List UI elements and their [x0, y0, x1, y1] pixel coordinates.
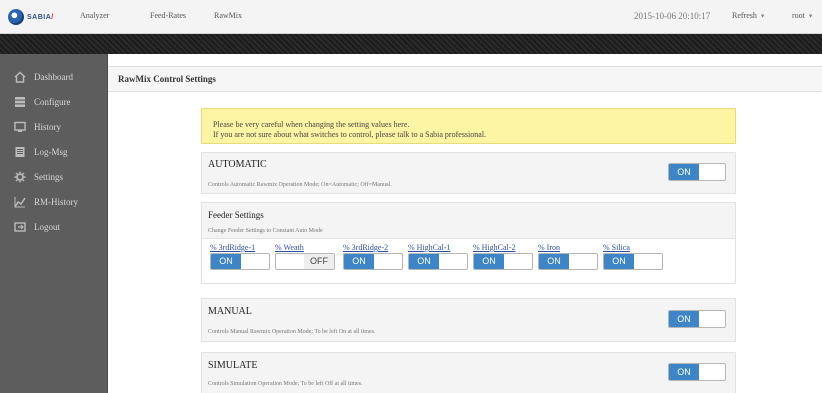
logo[interactable]: SABIA/ — [8, 8, 54, 26]
sidebar-item-label: RM-History — [34, 197, 79, 207]
feeder-label[interactable]: % 3rdRidge-2 — [343, 243, 403, 252]
warning-banner: Please be very careful when changing the… — [201, 108, 736, 144]
feeder-highcal-2: % HighCal-2 ON — [473, 243, 533, 270]
sidebar: Dashboard Configure History Log-Msg Sett… — [0, 54, 108, 393]
sidebar-item-history[interactable]: History — [0, 117, 108, 137]
sidebar-item-label: Logout — [34, 222, 60, 232]
chevron-down-icon: ▾ — [760, 12, 765, 20]
sidebar-item-dashboard[interactable]: Dashboard — [0, 67, 108, 87]
sidebar-item-log-msg[interactable]: Log-Msg — [0, 142, 108, 162]
automatic-section: AUTOMATIC Controls Automatic Rawmix Oper… — [201, 152, 736, 194]
user-label: root — [792, 11, 805, 20]
feeder-silica-toggle[interactable]: ON — [603, 253, 663, 270]
user-menu[interactable]: root ▾ — [792, 11, 812, 20]
feeder-label[interactable]: % HighCal-2 — [473, 243, 533, 252]
feeder-3rdridge-2-toggle[interactable]: ON — [343, 253, 403, 270]
manual-toggle[interactable]: ON — [668, 310, 726, 328]
nav-rawmix[interactable]: RawMix — [214, 11, 242, 20]
feeder-highcal-1: % HighCal-1 ON — [408, 243, 468, 270]
refresh-dropdown[interactable]: Refresh ▾ — [732, 11, 764, 20]
toggle-state: OFF — [304, 254, 334, 269]
sidebar-item-settings[interactable]: Settings — [0, 167, 108, 187]
toggle-state: ON — [669, 311, 699, 327]
simulate-section: SIMULATE Controls Simulation Operation M… — [201, 352, 736, 393]
feeder-section: Feeder Settings Change Feeder Settings t… — [201, 202, 736, 238]
manual-description: Controls Manual Rawmix Operation Mode; T… — [208, 329, 376, 335]
feeder-label[interactable]: % Iron — [538, 243, 598, 252]
toggle-state: ON — [409, 254, 439, 269]
simulate-title: SIMULATE — [208, 360, 258, 371]
feeder-3rdridge-1: % 3rdRidge-1 ON — [210, 243, 270, 270]
feeder-description: Change Feeder Settings to Constant Auto … — [208, 228, 323, 234]
feeder-weath-toggle[interactable]: OFF — [275, 253, 335, 270]
feeder-label[interactable]: % HighCal-1 — [408, 243, 468, 252]
feeder-3rdridge-2: % 3rdRidge-2 ON — [343, 243, 403, 270]
feeder-title: Feeder Settings — [208, 210, 264, 220]
home-icon — [14, 71, 26, 83]
feeder-highcal-2-toggle[interactable]: ON — [473, 253, 533, 270]
toggle-state: ON — [669, 364, 699, 380]
feeder-3rdridge-1-toggle[interactable]: ON — [210, 253, 270, 270]
chart-icon — [14, 196, 26, 208]
feeder-highcal-1-toggle[interactable]: ON — [408, 253, 468, 270]
document-icon — [14, 146, 26, 158]
feeder-iron-toggle[interactable]: ON — [538, 253, 598, 270]
logo-globe-icon — [8, 9, 24, 25]
toggle-state: ON — [344, 254, 374, 269]
feeder-iron: % Iron ON — [538, 243, 598, 270]
sidebar-item-label: History — [34, 122, 61, 132]
feeder-label[interactable]: % Weath — [275, 243, 335, 252]
sidebar-item-label: Dashboard — [34, 72, 73, 82]
chevron-down-icon: ▾ — [808, 12, 813, 20]
feeder-silica: % Silica ON — [603, 243, 663, 270]
nav-analyzer[interactable]: Analyzer — [80, 11, 109, 20]
toggle-state: ON — [669, 164, 699, 180]
sidebar-item-label: Settings — [34, 172, 64, 182]
page-title: RawMix Control Settings — [118, 74, 216, 84]
sidebar-item-configure[interactable]: Configure — [0, 92, 108, 112]
toggle-state: ON — [211, 254, 241, 269]
warning-line-2: If you are not sure about what switches … — [213, 130, 487, 139]
sidebar-item-rm-history[interactable]: RM-History — [0, 192, 108, 212]
manual-section: MANUAL Controls Manual Rawmix Operation … — [201, 298, 736, 342]
manual-title: MANUAL — [208, 306, 252, 317]
header-band — [0, 34, 822, 54]
datetime-display: 2015-10-06 20:10:17 — [634, 11, 711, 21]
logout-icon — [14, 221, 26, 233]
top-bar: SABIA/ Analyzer Feed-Rates RawMix 2015-1… — [0, 0, 822, 34]
automatic-description: Controls Automatic Rawmix Operation Mode… — [208, 182, 392, 188]
automatic-title: AUTOMATIC — [208, 159, 267, 170]
stack-icon — [14, 96, 26, 108]
sidebar-item-logout[interactable]: Logout — [0, 217, 108, 237]
monitor-icon — [14, 121, 26, 133]
feeder-weath: % Weath OFF — [275, 243, 335, 270]
feeder-label[interactable]: % Silica — [603, 243, 663, 252]
gear-icon — [14, 171, 26, 183]
toggle-state: ON — [539, 254, 569, 269]
feeder-toggle-row: % 3rdRidge-1 ON % Weath OFF % 3rdRidge-2… — [201, 238, 736, 284]
refresh-label: Refresh — [732, 11, 757, 20]
automatic-toggle[interactable]: ON — [668, 163, 726, 181]
nav-feed-rates[interactable]: Feed-Rates — [150, 11, 186, 20]
logo-text: SABIA/ — [27, 13, 54, 21]
simulate-description: Controls Simulation Operation Mode; To b… — [208, 381, 363, 387]
warning-line-1: Please be very careful when changing the… — [213, 120, 410, 129]
toggle-state: ON — [474, 254, 504, 269]
sidebar-item-label: Log-Msg — [34, 147, 68, 157]
toggle-state: ON — [604, 254, 634, 269]
sidebar-item-label: Configure — [34, 97, 71, 107]
feeder-label[interactable]: % 3rdRidge-1 — [210, 243, 270, 252]
simulate-toggle[interactable]: ON — [668, 363, 726, 381]
main-content: RawMix Control Settings Please be very c… — [108, 54, 822, 393]
content-header: RawMix Control Settings — [108, 66, 822, 92]
